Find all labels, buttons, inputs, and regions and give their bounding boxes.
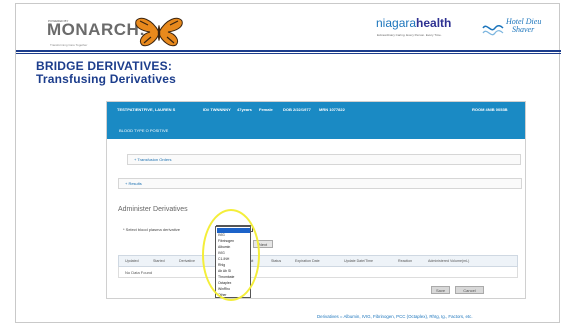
column-header: Reaction: [398, 259, 413, 263]
transfusion-orders-section[interactable]: + Transfusion Orders: [127, 154, 521, 165]
header-divider: [16, 50, 561, 52]
column-header: Status: [271, 259, 282, 263]
column-header: Derivative: [179, 259, 195, 263]
blood-type: BLOOD TYPE O POSITIVE: [119, 128, 169, 133]
results-label[interactable]: + Results: [125, 181, 142, 186]
column-header: Updated: [125, 259, 139, 263]
patient-room: ROOM 4NIB 0053B: [472, 107, 508, 112]
patient-age: 47years: [237, 107, 252, 112]
column-header: Expiration Date: [295, 259, 320, 263]
derivative-select-label: * Select blood plasma derivative: [123, 227, 180, 232]
slide-title-line-1: BRIDGE DERIVATIVES:: [36, 59, 173, 73]
health-text: health: [416, 16, 452, 30]
wave-icon: [482, 24, 504, 36]
column-header: Update Date/Time: [344, 259, 374, 263]
patient-banner: TESTPATIENTFIVE, LAUREN S ID# TWNNNNY 47…: [107, 102, 525, 139]
cancel-button[interactable]: Cancel: [455, 286, 484, 294]
header-divider-thin: [16, 53, 561, 54]
patient-name: TESTPATIENTFIVE, LAUREN S: [117, 107, 176, 112]
save-button[interactable]: Save: [431, 286, 450, 294]
transfusion-orders-label[interactable]: + Transfusion Orders: [134, 157, 171, 162]
logo-tagline: Transforming Care Together: [50, 43, 88, 47]
slide-footer: Derivatives = Albumin, IVIG, Fibrinogen,…: [317, 314, 473, 319]
butterfly-icon: [135, 17, 183, 47]
patient-mrn: MRN 1077822: [319, 107, 345, 112]
niagara-text: niagara: [376, 16, 417, 30]
patient-id: ID# TWNNNNY: [203, 107, 231, 112]
app-screenshot: TESTPATIENTFIVE, LAUREN S ID# TWNNNNY 47…: [106, 101, 526, 299]
table-row: No Data Found: [118, 267, 518, 278]
niagara-health-logo: niagarahealth: [376, 16, 451, 30]
highlight-circle: [202, 209, 260, 301]
no-data-text: No Data Found: [125, 270, 153, 275]
column-header: Administered Volume(mL): [428, 259, 470, 263]
administer-derivatives-title: Administer Derivatives: [118, 206, 188, 213]
patient-dob: DOB 2/22/1977: [283, 107, 311, 112]
hotel-dieu-shaver-logo: Hotel Dieu Shaver: [482, 16, 552, 42]
slide: POWERED BY MONARCH: Transforming Care To…: [15, 3, 561, 323]
monarch-logo: POWERED BY MONARCH: Transforming Care To…: [30, 10, 220, 48]
results-section[interactable]: + Results: [118, 178, 522, 189]
column-header: Started: [153, 259, 165, 263]
patient-sex: Female: [259, 107, 273, 112]
slide-title-line-2: Transfusing Derivatives: [36, 72, 176, 86]
derivatives-table-header: Updated Started Derivative Dose Unit Sta…: [118, 255, 518, 267]
logo-text: MONARCH:: [47, 20, 146, 39]
niagara-tagline: Extraordinary Caring. Every Person. Ever…: [377, 33, 442, 37]
partner-line-2: Shaver: [512, 25, 535, 34]
